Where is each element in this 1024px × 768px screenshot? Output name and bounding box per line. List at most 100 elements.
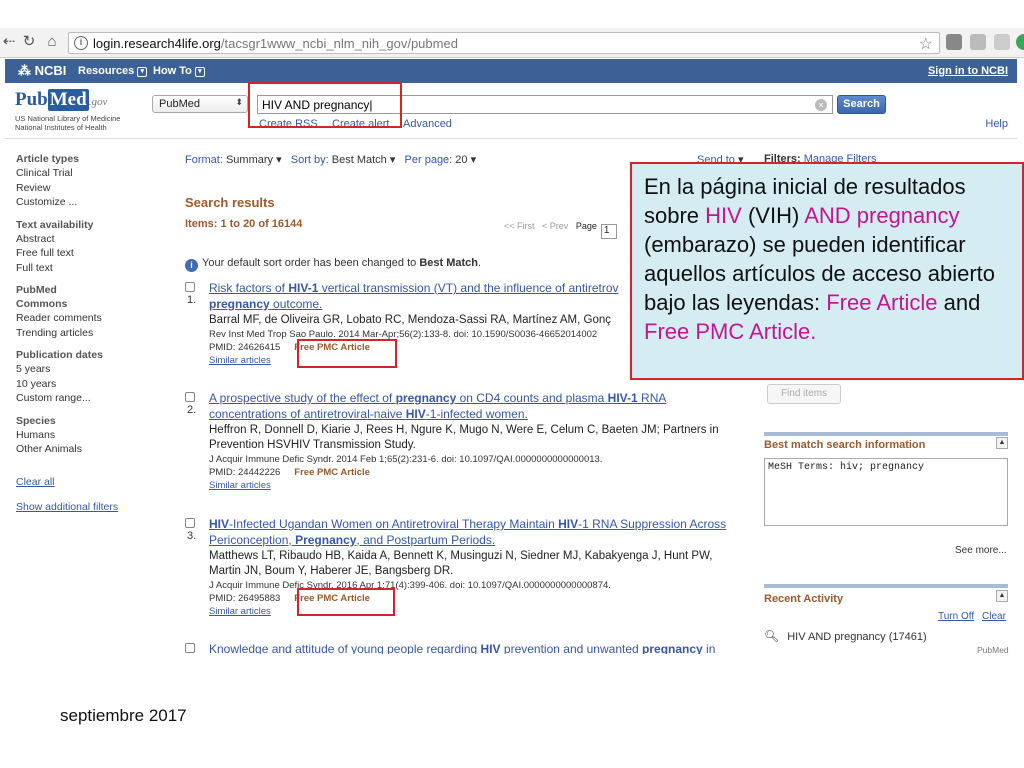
show-filters-link[interactable]: Show additional filters	[16, 500, 166, 514]
extension-icon[interactable]	[1016, 34, 1024, 50]
turn-off-link[interactable]: Turn Off	[938, 611, 974, 622]
result-checkbox[interactable]	[185, 392, 195, 402]
pubmed-header: Pub Med .gov US National Library of Medici…	[5, 83, 1017, 139]
advanced-link[interactable]: Advanced	[403, 118, 452, 130]
free-article-highlight-box	[297, 588, 395, 616]
filter-item[interactable]: Reader comments	[16, 311, 166, 326]
slide: { "browser": { "url_host": "login.resear…	[0, 0, 1024, 768]
filter-item[interactable]: Trending articles	[16, 326, 166, 341]
perpage-menu[interactable]: Per page: 20 ▾	[405, 154, 477, 166]
collapse-icon[interactable]: ▲	[996, 437, 1008, 449]
filter-item[interactable]: 5 years	[16, 362, 166, 377]
clear-all-link[interactable]: Clear all	[16, 475, 166, 489]
filter-item[interactable]: Customize ...	[16, 195, 166, 210]
search-icon: 🔍︎	[764, 629, 780, 643]
similar-articles-link[interactable]: Similar articles	[209, 605, 745, 618]
search-button[interactable]: Search	[837, 95, 886, 114]
info-icon: i	[185, 259, 198, 272]
filter-item[interactable]: Other Animals	[16, 442, 166, 457]
prev-page-link[interactable]: < Prev	[542, 221, 568, 231]
database-select[interactable]: PubMed ⬍	[152, 95, 248, 113]
extension-icon[interactable]	[970, 34, 986, 50]
result-source: J Acquir Immune Defic Syndr. 2016 Apr 1;…	[209, 580, 611, 591]
filter-heading: Article types	[16, 153, 80, 165]
filters-sidebar: Article types Clinical Trial Review Cust…	[16, 152, 166, 514]
extension-icon[interactable]	[994, 34, 1010, 50]
filter-heading: PubMed Commons	[16, 284, 68, 310]
result-authors: Heffron R, Donnell D, Kiarie J, Rees H, …	[209, 424, 719, 451]
clear-icon[interactable]: ×	[815, 99, 827, 111]
page-input[interactable]: 1	[600, 224, 617, 239]
result-checkbox[interactable]	[185, 643, 195, 653]
result-checkbox[interactable]	[185, 282, 195, 292]
result-number: 2.	[187, 404, 197, 416]
info-icon[interactable]: i	[74, 36, 88, 50]
page-label: Page	[575, 221, 597, 231]
clear-link[interactable]: Clear	[982, 611, 1006, 622]
chevron-down-icon: ▾	[194, 67, 205, 77]
home-icon[interactable]: ⌂	[43, 33, 61, 51]
mesh-textarea[interactable]: MeSH Terms: hiv; pregnancy	[764, 458, 1008, 526]
filter-item[interactable]: Review	[16, 181, 166, 196]
panel-divider	[764, 432, 1008, 436]
filter-item[interactable]: Abstract	[16, 232, 166, 247]
result-pmid: PMID: 24442226 Free PMC Article	[209, 467, 370, 478]
similar-articles-link[interactable]: Similar articles	[209, 479, 745, 492]
filter-item[interactable]: Full text	[16, 261, 166, 276]
search-highlight-box	[248, 82, 402, 128]
resources-menu[interactable]: Resources ▾	[78, 65, 148, 77]
result-checkbox[interactable]	[185, 518, 195, 528]
ncbi-bar: ⁂ NCBI Resources ▾ How To ▾ Sign in to NCB…	[5, 59, 1017, 83]
browser-toolbar: ⇠ ↻ ⌂ i login.research4life.org/tacsgr1w…	[0, 28, 1024, 58]
result-pmid: PMID: 26495883 Free PMC Article	[209, 593, 370, 604]
filter-item[interactable]: Free full text	[16, 246, 166, 261]
signin-link[interactable]: Sign in to NCBI	[928, 65, 1008, 77]
slide-date: septiembre 2017	[60, 706, 187, 725]
result-number: 3.	[187, 530, 197, 542]
url-text: login.research4life.org/tacsgr1www_ncbi_…	[93, 36, 458, 51]
annotation-callout: En la página inicial de resultados sobre…	[630, 162, 1024, 380]
result-source: J Acquir Immune Defic Syndr. 2014 Feb 1;…	[209, 454, 603, 465]
extension-icon[interactable]	[946, 34, 962, 50]
ncbi-logo[interactable]: ⁂ NCBI	[18, 63, 66, 79]
result-authors: Matthews LT, Ribaudo HB, Kaida A, Bennet…	[209, 550, 713, 577]
filter-item[interactable]: Clinical Trial	[16, 166, 166, 181]
filter-heading: Text availability	[16, 218, 94, 231]
panel-divider	[764, 584, 1008, 588]
result-title[interactable]: HIV-Infected Ugandan Women on Antiretrov…	[209, 516, 745, 548]
find-items-button[interactable]: Find items	[767, 384, 841, 404]
filter-heading: Publication dates	[16, 349, 103, 361]
items-count: Items: 1 to 20 of 16144	[185, 218, 303, 230]
result-number: 1.	[187, 294, 197, 306]
result-title[interactable]: A prospective study of the effect of pre…	[209, 390, 745, 422]
recent-activity-item[interactable]: 🔍︎ HIV AND pregnancy (17461)	[764, 629, 927, 643]
format-menu[interactable]: Format: Summary ▾	[185, 154, 282, 166]
library-label: US National Library of Medicine	[15, 114, 121, 123]
first-page-link[interactable]: << First	[504, 221, 535, 231]
recent-activity-heading: Recent Activity	[764, 593, 844, 605]
search-results-heading: Search results	[185, 195, 275, 210]
sort-menu[interactable]: Sort by: Best Match ▾	[291, 154, 396, 166]
pager: << First < Prev Page 1	[504, 221, 617, 239]
pubmed-logo[interactable]: Pub Med .gov	[15, 89, 107, 111]
bookmark-star-icon[interactable]: ☆	[919, 34, 933, 54]
filter-item[interactable]: Custom range...	[16, 391, 166, 406]
reload-icon[interactable]: ↻	[20, 33, 38, 51]
chevron-down-icon: ▾	[137, 67, 148, 77]
back-icon[interactable]: ⇠	[0, 33, 18, 51]
howto-menu[interactable]: How To ▾	[153, 65, 205, 77]
filter-item[interactable]: Humans	[16, 428, 166, 443]
best-match-heading: Best match search information	[764, 439, 926, 451]
format-toolbar: Format: Summary ▾ Sort by: Best Match ▾ …	[185, 153, 476, 166]
filter-item[interactable]: 10 years	[16, 377, 166, 392]
filter-heading: Species	[16, 414, 56, 427]
free-pmc-link[interactable]: Free PMC Article	[294, 467, 370, 478]
free-article-highlight-box	[297, 339, 397, 368]
collapse-icon[interactable]: ▲	[996, 590, 1008, 602]
nih-label: National Institutes of Health	[15, 123, 107, 132]
updown-icon: ⬍	[235, 97, 243, 107]
help-link[interactable]: Help	[985, 118, 1008, 130]
sort-notice: i Your default sort order has been change…	[185, 257, 481, 272]
address-bar[interactable]: i login.research4life.org/tacsgr1www_ncb…	[68, 32, 940, 54]
see-more-link[interactable]: See more...	[955, 545, 1007, 556]
